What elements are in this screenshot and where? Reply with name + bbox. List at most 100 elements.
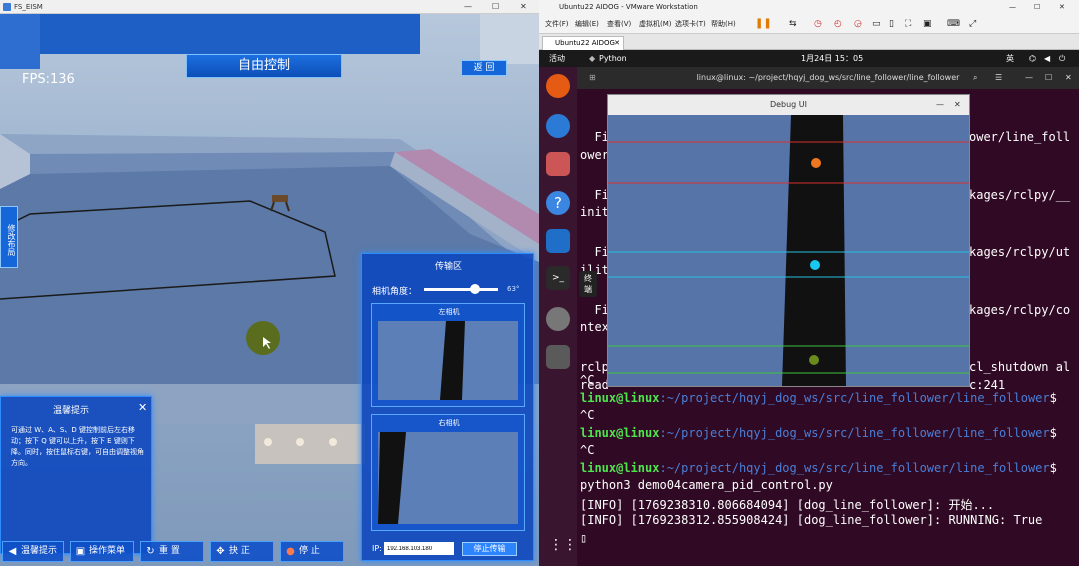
snapshot-icon[interactable]: ◷ bbox=[814, 14, 822, 34]
ctrl-c: ^C bbox=[580, 443, 595, 457]
camera-angle-label: 相机角度： bbox=[372, 287, 418, 297]
angle-slider-thumb[interactable] bbox=[470, 284, 480, 294]
stop-transfer-button[interactable]: 停止传输 bbox=[462, 542, 517, 556]
minimize-icon[interactable]: — bbox=[464, 0, 472, 14]
refresh-icon: ↻ bbox=[146, 546, 155, 557]
close-icon[interactable]: ✕ bbox=[520, 0, 527, 14]
vscode-icon[interactable] bbox=[546, 229, 570, 253]
activities-button[interactable]: 活动 bbox=[549, 50, 565, 67]
ctrl-c: ^C bbox=[580, 373, 595, 387]
3d-scene[interactable]: FPS:136 自由控制 返 回 修改布局 传输区 相机角度： 63° 左相机 … bbox=[0, 14, 539, 566]
command: python3 demo04camera_pid_control.py bbox=[580, 478, 833, 492]
reset-button[interactable]: ↻ 重 置 bbox=[140, 541, 204, 562]
input-method[interactable]: 英 bbox=[1006, 50, 1014, 67]
manage-snapshots-icon[interactable]: ◶ bbox=[854, 14, 862, 34]
terminal-line: init bbox=[580, 205, 609, 219]
terminal-command: python3 demo04camera_pid_control.py bbox=[580, 478, 833, 492]
terminal-icon[interactable]: >_ bbox=[546, 266, 570, 290]
stop-button[interactable]: ● 停 止 bbox=[280, 541, 344, 562]
terminal-line-post: kages/rclpy/co bbox=[969, 302, 1071, 317]
minimize-icon[interactable]: — bbox=[1025, 67, 1033, 89]
menu-file[interactable]: 文件(F) bbox=[545, 14, 569, 34]
restore-icon[interactable]: ◴ bbox=[834, 14, 842, 34]
console-icon[interactable]: ⌨ bbox=[947, 14, 960, 34]
terminal-line-pre: Fi bbox=[580, 130, 609, 144]
back-button[interactable]: 返 回 bbox=[461, 60, 507, 76]
terminal-line-pre: init bbox=[580, 205, 609, 219]
menu-icon[interactable]: ☰ bbox=[995, 67, 1002, 89]
debug-ui-header: Debug UI — ✕ bbox=[608, 95, 969, 115]
power-icon[interactable]: ⏻ bbox=[1059, 50, 1065, 67]
mode-title: 自由控制 bbox=[186, 54, 342, 78]
vm-tabbar: Ubuntu22 AIDOG ✕ bbox=[539, 34, 1079, 50]
log-info-2: [INFO] [1769238312.855908424] [dog_line_… bbox=[580, 513, 1043, 527]
help-icon[interactable]: ? bbox=[546, 191, 570, 215]
left-camera-view bbox=[378, 321, 518, 400]
active-app-label[interactable]: Python bbox=[599, 50, 627, 67]
ip-input[interactable] bbox=[384, 542, 454, 555]
clock[interactable]: 1月24日 15：05 bbox=[801, 50, 863, 67]
vm-tab-label: Ubuntu22 AIDOG bbox=[555, 39, 615, 47]
tips-button[interactable]: ◀ 温馨提示 bbox=[2, 541, 64, 562]
terminal-line: Fi ower/line_foll bbox=[580, 130, 1070, 144]
close-icon[interactable]: ✕ bbox=[1065, 67, 1072, 89]
menu-vm[interactable]: 虚拟机(M) bbox=[639, 14, 672, 34]
terminal-line-pre: rclp bbox=[580, 360, 609, 374]
terminal-prompt: linux@linux:~/project/hqyj_dog_ws/src/li… bbox=[580, 426, 1057, 440]
terminal-line-pre: ntex bbox=[580, 320, 609, 334]
send-keys-icon[interactable]: ⇆ bbox=[789, 14, 797, 34]
ip-label: IP: bbox=[372, 544, 382, 553]
minimize-icon[interactable]: — bbox=[1009, 0, 1016, 14]
vm-tab[interactable]: Ubuntu22 AIDOG ✕ bbox=[542, 36, 624, 50]
prompt-user: linux@linux bbox=[580, 425, 660, 440]
menu-view[interactable]: 查看(V) bbox=[607, 14, 631, 34]
settings-icon[interactable] bbox=[546, 307, 570, 331]
minimize-icon[interactable]: — bbox=[936, 95, 944, 115]
menu-edit[interactable]: 编辑(E) bbox=[575, 14, 599, 34]
menu-help[interactable]: 帮助(H) bbox=[711, 14, 736, 34]
close-icon[interactable]: ✕ bbox=[1059, 0, 1065, 14]
maximize-icon[interactable]: ☐ bbox=[1045, 67, 1052, 89]
files-icon[interactable] bbox=[546, 152, 570, 176]
fps-counter: FPS:136 bbox=[22, 72, 75, 87]
prompt-path: :~/project/hqyj_dog_ws/src/line_follower… bbox=[659, 390, 1050, 405]
terminal-line-post: ower/line_foll bbox=[969, 130, 1071, 144]
simulator-window: FS_EISM — ☐ ✕ FPS:136 自由控制 返 回 修改布局 传输区 … bbox=[0, 0, 539, 566]
layout-side-tab[interactable]: 修改布局 bbox=[0, 206, 18, 268]
volume-icon[interactable]: ◀ bbox=[1044, 50, 1050, 67]
menu-tabs[interactable]: 选项卡(T) bbox=[675, 14, 706, 34]
sim-titlebar: FS_EISM — ☐ ✕ bbox=[0, 0, 539, 14]
fullscreen-icon[interactable]: ⤢ bbox=[969, 14, 976, 34]
close-icon[interactable]: ✕ bbox=[954, 95, 961, 115]
thunderbird-icon[interactable] bbox=[546, 114, 570, 138]
maximize-icon[interactable]: ☐ bbox=[1034, 0, 1040, 14]
pause-icon[interactable]: ❚❚ bbox=[755, 14, 772, 34]
terminal-line: ntex bbox=[580, 320, 609, 334]
terminal-line: rclp cl_shutdown al bbox=[580, 360, 1070, 374]
view-full-icon[interactable]: ▭ bbox=[872, 14, 881, 34]
terminal-line-post: kages/rclpy/ut bbox=[969, 245, 1071, 259]
terminal-line: Fi kages/rclpy/co bbox=[580, 303, 1070, 317]
cursor[interactable]: ▯ bbox=[580, 531, 587, 545]
view-split-icon[interactable]: ▯ bbox=[889, 14, 894, 34]
right-camera-view bbox=[378, 432, 518, 524]
prompt-dollar: $ bbox=[1049, 460, 1057, 475]
tips-close-icon[interactable]: ✕ bbox=[138, 401, 147, 414]
terminal-line-pre: Fi bbox=[580, 245, 609, 259]
python-icon: ◆ bbox=[589, 54, 596, 63]
angle-slider-track[interactable] bbox=[424, 288, 498, 291]
vm-title: Ubuntu22 AIDOG - VMware Workstation bbox=[559, 3, 698, 11]
menu-button[interactable]: ▣ 操作菜单 bbox=[70, 541, 134, 562]
network-icon[interactable]: ⌬ bbox=[1029, 50, 1036, 67]
firefox-icon[interactable] bbox=[546, 74, 570, 98]
maximize-icon[interactable]: ☐ bbox=[492, 0, 499, 14]
debug-ui-window[interactable]: Debug UI — ✕ bbox=[607, 94, 970, 387]
view-fit-icon[interactable]: ⛶ bbox=[905, 14, 911, 34]
search-icon[interactable]: ⌕ bbox=[973, 67, 977, 89]
tips-button-label: 温馨提示 bbox=[21, 546, 58, 556]
view-stretch-icon[interactable]: ▣ bbox=[923, 14, 932, 34]
trash-icon[interactable] bbox=[546, 345, 570, 369]
tab-close-icon[interactable]: ✕ bbox=[614, 37, 620, 49]
grab-button[interactable]: ✥ 抉 正 bbox=[210, 541, 274, 562]
new-tab-icon[interactable]: ⊞ bbox=[589, 67, 596, 89]
